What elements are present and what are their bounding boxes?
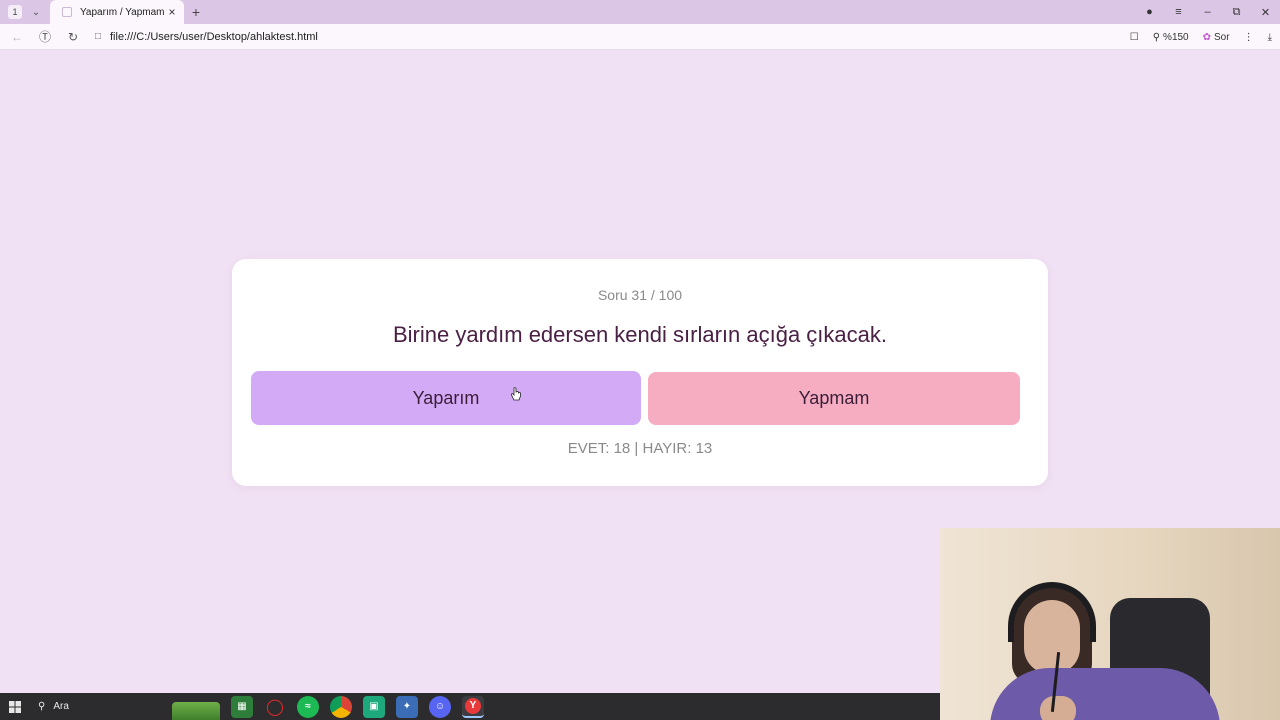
address-field[interactable]: file:///C:/Users/user/Desktop/ahlaktest.…: [110, 31, 318, 43]
question-counter: Soru 31 / 100: [597, 287, 683, 303]
discord-icon[interactable]: ☺: [429, 695, 451, 718]
new-tab-button[interactable]: +: [188, 4, 204, 20]
tab-list-chevron-icon[interactable]: ⌄: [28, 4, 44, 20]
windows-start-icon[interactable]: [0, 693, 30, 720]
ai-sparkle-icon: ✿: [1202, 31, 1212, 43]
tab-close-icon[interactable]: ×: [166, 5, 178, 19]
minimize-icon[interactable]: –: [1193, 6, 1222, 18]
search-highlight-art: [172, 702, 220, 720]
question-text: Birine yardım edersen kendi sırların açı…: [392, 322, 887, 347]
tab-title: Yaparım / Yapmam: [80, 6, 165, 18]
back-icon[interactable]: ←: [6, 26, 28, 48]
browser-navbar: ← Ⓣ ↻ □ file:///C:/Users/user/Desktop/ah…: [0, 24, 1280, 50]
network-icon[interactable]: ✦: [396, 695, 418, 718]
app-icon[interactable]: ▣: [363, 695, 385, 718]
person-hand: [1040, 696, 1076, 720]
zoom-indicator[interactable]: ⚲ %150: [1153, 32, 1189, 43]
navbar-right-tools: ☐ ⚲ %150 ✿ Sor ⋮ ⤓: [1130, 24, 1272, 50]
close-window-icon[interactable]: ✕: [1251, 6, 1280, 19]
chrome-icon[interactable]: [330, 695, 352, 718]
profile-icon[interactable]: ●: [1135, 6, 1164, 18]
ask-label: Sor: [1214, 31, 1230, 43]
tab-counter[interactable]: 1: [8, 5, 22, 19]
hand-cursor-icon: [511, 387, 521, 401]
person-body: [990, 668, 1220, 720]
search-icon: ⚲: [38, 701, 46, 712]
restore-icon[interactable]: ⧉: [1222, 6, 1251, 19]
opera-icon[interactable]: ◯: [264, 696, 286, 718]
taskbar-search[interactable]: ⚲ Ara: [30, 693, 220, 720]
browser-tab-strip: 1 ⌄ Yaparım / Yapmam × + ● ≡ – ⧉ ✕: [0, 0, 1280, 24]
reload-icon[interactable]: ↻: [62, 26, 84, 48]
spotify-icon[interactable]: ≈: [297, 695, 319, 718]
no-button[interactable]: Yapmam: [648, 372, 1020, 425]
yandex-browser-icon[interactable]: Y: [462, 695, 484, 718]
zoom-label: %150: [1163, 31, 1189, 43]
download-icon[interactable]: ⤓: [1268, 32, 1272, 43]
windows-taskbar: ⚲ Ara ▦ ◯ ≈ ▣ ✦ ☺ Y: [0, 693, 940, 720]
page-favicon-icon: [62, 7, 72, 17]
tab-active[interactable]: Yaparım / Yapmam ×: [50, 0, 184, 24]
search-placeholder: Ara: [53, 701, 69, 712]
store-icon[interactable]: ▦: [231, 695, 253, 718]
yes-button[interactable]: Yaparım: [251, 371, 641, 425]
webcam-overlay: [940, 528, 1280, 720]
browser-logo-icon[interactable]: Ⓣ: [34, 26, 56, 48]
zoom-icon: ⚲: [1152, 31, 1161, 43]
ask-button[interactable]: ✿ Sor: [1203, 32, 1230, 43]
bookmark-icon[interactable]: ☐: [1130, 32, 1139, 43]
window-controls: ● ≡ – ⧉ ✕: [1135, 0, 1280, 24]
score-text: EVET: 18 | HAYIR: 13: [567, 440, 713, 457]
quiz-card: Soru 31 / 100 Birine yardım edersen kend…: [232, 259, 1048, 486]
file-icon: □: [94, 31, 102, 42]
more-options-icon[interactable]: ⋮: [1244, 32, 1254, 43]
menu-icon[interactable]: ≡: [1164, 6, 1193, 18]
